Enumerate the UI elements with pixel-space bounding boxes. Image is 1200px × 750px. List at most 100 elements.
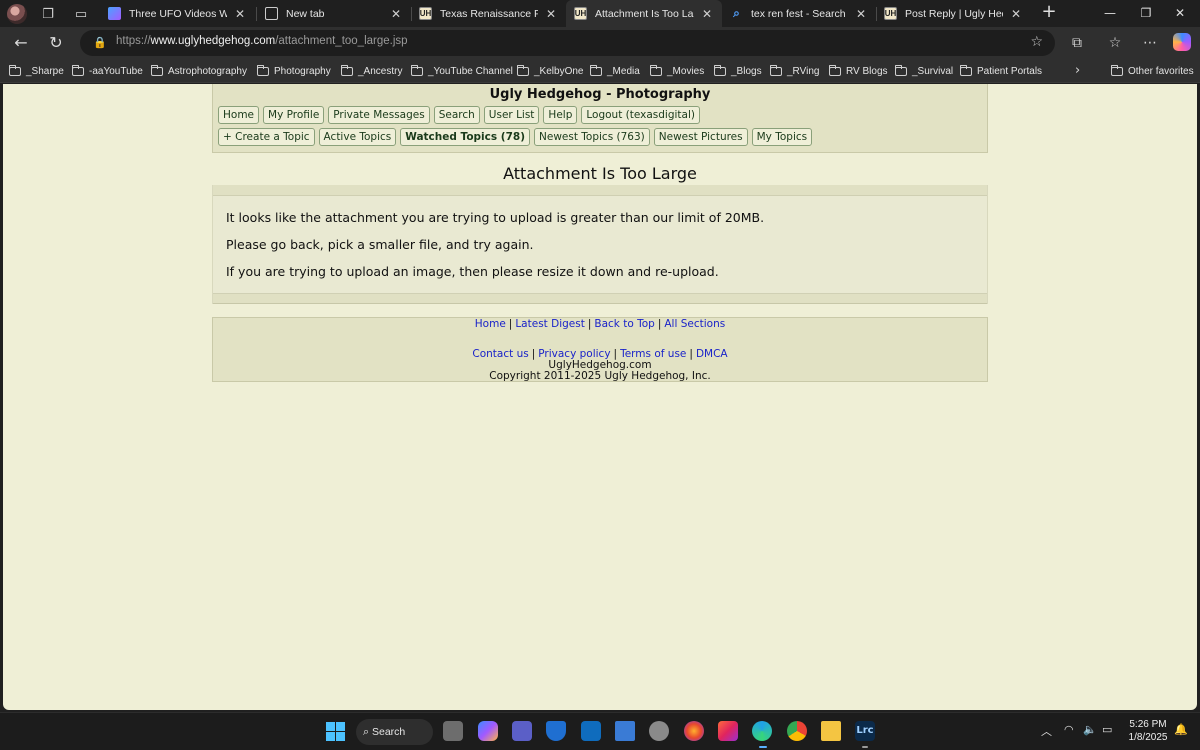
task-view-icon[interactable] [443, 721, 463, 741]
close-icon[interactable]: ✕ [389, 7, 403, 21]
copilot-app-icon[interactable] [478, 721, 498, 741]
message-line: It looks like the attachment you are try… [226, 210, 765, 225]
nav-user-list-button[interactable]: User List [483, 106, 540, 124]
new-tab-plus-icon[interactable]: + [1040, 3, 1058, 22]
message-line: If you are trying to upload an image, th… [226, 264, 719, 279]
tab-3-active[interactable]: UH Attachment Is Too Large | ✕ [566, 0, 722, 27]
close-icon[interactable]: ✕ [544, 7, 558, 21]
wifi-icon[interactable]: ◠ [1064, 723, 1074, 736]
lightroom-classic-icon[interactable]: Lrc [855, 721, 875, 741]
bookmark-folder[interactable]: _Survival [895, 63, 953, 79]
bookmark-folder[interactable]: _Movies [650, 63, 704, 79]
taskbar-search-button[interactable]: ⌕ Search [356, 719, 433, 745]
close-icon[interactable]: ✕ [1009, 7, 1023, 21]
nav-home-button[interactable]: Home [218, 106, 260, 124]
vertical-tabs-icon[interactable]: ▭ [71, 4, 91, 24]
footer-back-to-top-link[interactable]: Back to Top [594, 318, 654, 330]
calculator-icon[interactable] [615, 721, 635, 741]
address-bar[interactable]: 🔒 https://www.uglyhedgehog.com/attachmen… [80, 30, 1055, 56]
nav-logout-button[interactable]: Logout (texasdigital) [581, 106, 700, 124]
folder-icon [895, 64, 907, 76]
tab-2[interactable]: UH Texas Renaissance Festiva ✕ [411, 0, 566, 27]
bookmark-folder[interactable]: _Blogs [714, 63, 762, 79]
volume-icon[interactable]: 🔈 [1083, 723, 1097, 736]
ugly-hedgehog-icon: UH [884, 7, 897, 20]
folder-icon [1111, 64, 1123, 76]
folder-icon [151, 64, 163, 76]
footer-home-link[interactable]: Home [475, 318, 506, 330]
chrome-icon[interactable] [787, 721, 807, 741]
restore-icon[interactable]: ❐ [1131, 4, 1161, 22]
workspaces-icon[interactable]: ❐ [38, 4, 58, 24]
folder-icon [411, 64, 423, 76]
refresh-icon[interactable]: ↻ [45, 33, 67, 53]
nav-watched-topics-button[interactable]: Watched Topics (78) [400, 128, 530, 146]
favorite-star-icon[interactable]: ☆ [1030, 34, 1043, 50]
outlook-icon[interactable] [581, 721, 601, 741]
tab-5[interactable]: UH Post Reply | Ugly Hedgeh ✕ [876, 0, 1031, 27]
creative-cloud-icon[interactable] [718, 721, 738, 741]
firefox-icon[interactable] [684, 721, 704, 741]
more-menu-icon[interactable]: ⋯ [1139, 33, 1161, 53]
nav-help-button[interactable]: Help [543, 106, 578, 124]
clock-time: 5:26 PM [1129, 719, 1167, 730]
windows-start-icon[interactable] [326, 722, 345, 741]
defender-shield-icon[interactable] [546, 721, 566, 741]
tab-4[interactable]: ⌕ tex ren fest - Search ✕ [722, 0, 876, 27]
notification-bell-icon[interactable]: 🔔 [1174, 723, 1188, 736]
close-icon[interactable]: ✕ [700, 7, 714, 21]
folder-icon [650, 64, 662, 76]
search-icon: ⌕ [363, 726, 370, 738]
bookmark-folder[interactable]: RV Blogs [829, 63, 888, 79]
site-footer: Home | Latest Digest | Back to Top | All Secti… [212, 317, 988, 382]
close-icon[interactable]: ✕ [233, 7, 247, 21]
favorites-icon[interactable]: ☆ [1104, 33, 1126, 53]
bookmark-folder[interactable]: _RVing [770, 63, 819, 79]
copilot-icon[interactable] [1173, 33, 1191, 51]
site-title: Ugly Hedgehog - Photography [489, 87, 711, 102]
folder-icon [517, 64, 529, 76]
bookmark-folder[interactable]: _YouTube Channel [411, 63, 513, 79]
web-page: Ugly Hedgehog - Photography Home My Prof… [3, 84, 1197, 710]
nav-row-secondary: + Create a Topic Active Topics Watched T… [218, 128, 813, 146]
bookmark-folder[interactable]: _Ancestry [341, 63, 402, 79]
battery-icon[interactable]: ▭ [1102, 723, 1112, 736]
window-close-icon[interactable]: ✕ [1165, 4, 1195, 22]
footer-latest-digest-link[interactable]: Latest Digest [515, 318, 585, 330]
nav-active-topics-button[interactable]: Active Topics [318, 128, 397, 146]
bing-search-icon: ⌕ [733, 6, 740, 20]
bookmark-folder[interactable]: _Sharpe [9, 63, 64, 79]
settings-gear-icon[interactable] [649, 721, 669, 741]
nav-my-profile-button[interactable]: My Profile [263, 106, 325, 124]
bookmark-other-favorites[interactable]: Other favorites [1111, 63, 1194, 79]
system-clock[interactable]: 5:26 PM 1/8/2025 [1124, 718, 1172, 744]
lock-icon[interactable]: 🔒 [93, 36, 107, 49]
chevron-up-icon[interactable]: ︿ [1041, 723, 1052, 739]
bookmark-folder[interactable]: Photography [257, 63, 331, 79]
extensions-icon[interactable]: ⧉ [1066, 33, 1088, 53]
tab-0[interactable]: Three UFO Videos Worth ✕ [100, 0, 255, 27]
bookmark-folder[interactable]: -aaYouTube [72, 63, 143, 79]
chevron-right-icon[interactable]: › [1075, 63, 1080, 78]
footer-all-sections-link[interactable]: All Sections [664, 318, 725, 330]
bookmark-folder[interactable]: _Media [590, 63, 640, 79]
bookmark-folder[interactable]: Patient Portals [960, 63, 1042, 79]
file-explorer-icon[interactable] [821, 721, 841, 741]
edge-browser-icon[interactable] [752, 721, 772, 741]
nav-create-topic-button[interactable]: + Create a Topic [218, 128, 315, 146]
bookmark-folder[interactable]: Astrophotography [151, 63, 247, 79]
nav-newest-pictures-button[interactable]: Newest Pictures [653, 128, 748, 146]
minimize-icon[interactable]: — [1095, 4, 1125, 22]
url-text[interactable]: https://www.uglyhedgehog.com/attachment_… [116, 35, 408, 47]
nav-search-button[interactable]: Search [433, 106, 480, 124]
profile-avatar[interactable] [7, 4, 27, 24]
nav-newest-topics-button[interactable]: Newest Topics (763) [534, 128, 650, 146]
bookmark-folder[interactable]: _KelbyOne [517, 63, 583, 79]
nav-my-topics-button[interactable]: My Topics [751, 128, 813, 146]
nav-private-messages-button[interactable]: Private Messages [328, 106, 430, 124]
teams-icon[interactable] [512, 721, 532, 741]
tab-1[interactable]: New tab ✕ [257, 0, 411, 27]
tab-title: Three UFO Videos Worth [129, 7, 227, 20]
back-arrow-icon[interactable]: ← [10, 33, 32, 53]
close-icon[interactable]: ✕ [854, 7, 868, 21]
